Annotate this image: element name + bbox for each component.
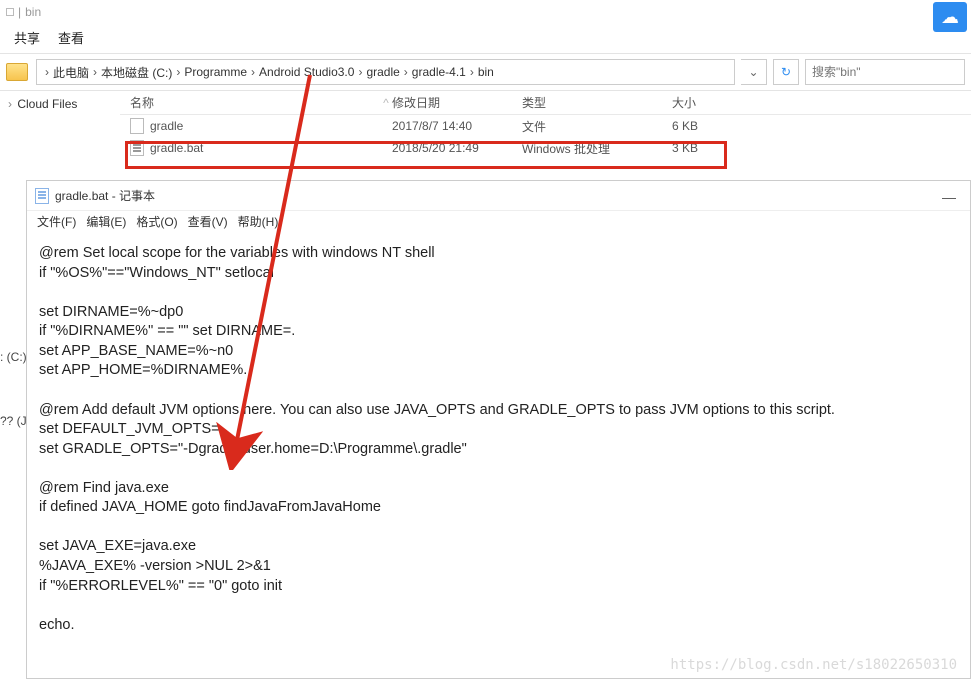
notepad-menu-bar: 文件(F) 编辑(E) 格式(O) 查看(V) 帮助(H) — [27, 211, 970, 234]
file-size: 6 KB — [672, 119, 752, 133]
breadcrumb-item[interactable]: Android Studio3.0 — [259, 65, 354, 79]
ribbon-menu: 共享 查看 — [0, 24, 971, 53]
breadcrumb-item[interactable]: Programme — [184, 65, 247, 79]
explorer-window-title: bin — [25, 5, 41, 19]
breadcrumb-item[interactable]: gradle — [366, 65, 399, 79]
table-row[interactable]: gradle 2017/8/7 14:40 文件 6 KB — [120, 115, 971, 137]
breadcrumb-sep: › — [45, 65, 49, 79]
breadcrumb-item[interactable]: gradle-4.1 — [412, 65, 466, 79]
col-header-date[interactable]: 修改日期 — [392, 94, 522, 111]
sidebar-label: Cloud Files — [17, 97, 77, 111]
menu-edit[interactable]: 编辑(E) — [86, 213, 126, 230]
file-type: 文件 — [522, 118, 672, 135]
nav-row: › 此电脑 › 本地磁盘 (C:) › Programme › Android … — [0, 54, 971, 90]
notepad-text-area[interactable]: @rem Set local scope for the variables w… — [27, 234, 970, 645]
explorer-title-bar: | bin ☁ — [0, 0, 971, 24]
notepad-title-text: gradle.bat - 记事本 — [55, 187, 155, 204]
file-name: gradle — [150, 119, 183, 133]
menu-file[interactable]: 文件(F) — [37, 213, 76, 230]
col-header-size[interactable]: 大小 — [672, 94, 752, 111]
file-date: 2018/5/20 21:49 — [392, 141, 522, 155]
sidebar-item-cloudfiles[interactable]: › Cloud Files — [8, 97, 112, 111]
batch-file-icon — [130, 140, 144, 156]
ribbon-view[interactable]: 查看 — [58, 28, 84, 47]
table-row[interactable]: gradle.bat 2018/5/20 21:49 Windows 批处理 3… — [120, 137, 971, 159]
notepad-icon — [35, 188, 49, 204]
column-headers[interactable]: 名称 ^ 修改日期 类型 大小 — [120, 91, 971, 115]
chevron-right-icon: › — [8, 97, 12, 111]
file-icon — [130, 118, 144, 134]
file-type: Windows 批处理 — [522, 140, 672, 157]
file-date: 2017/8/7 14:40 — [392, 119, 522, 133]
menu-help[interactable]: 帮助(H) — [238, 213, 279, 230]
breadcrumb[interactable]: › 此电脑 › 本地磁盘 (C:) › Programme › Android … — [36, 59, 735, 85]
cloud-overlay-icon[interactable]: ☁ — [933, 2, 967, 32]
menu-view[interactable]: 查看(V) — [188, 213, 228, 230]
col-header-type[interactable]: 类型 — [522, 94, 672, 111]
notepad-title-bar[interactable]: gradle.bat - 记事本 — — [27, 181, 970, 211]
notepad-window: gradle.bat - 记事本 — 文件(F) 编辑(E) 格式(O) 查看(… — [26, 180, 971, 679]
menu-format[interactable]: 格式(O) — [136, 213, 177, 230]
ribbon-share[interactable]: 共享 — [14, 28, 40, 47]
file-size: 3 KB — [672, 141, 752, 155]
context-icon — [6, 8, 14, 16]
refresh-button[interactable]: ↻ — [773, 59, 799, 85]
breadcrumb-item[interactable]: bin — [478, 65, 494, 79]
folder-icon[interactable] — [6, 63, 28, 81]
col-sort-icon[interactable]: ^ — [380, 96, 392, 110]
breadcrumb-item[interactable]: 此电脑 — [53, 64, 89, 81]
file-name: gradle.bat — [150, 141, 203, 155]
breadcrumb-dropdown[interactable]: ⌄ — [741, 59, 767, 85]
col-header-name[interactable]: 名称 — [120, 94, 380, 111]
minimize-icon[interactable]: — — [942, 189, 956, 205]
breadcrumb-item[interactable]: 本地磁盘 (C:) — [101, 64, 172, 81]
search-input[interactable] — [805, 59, 965, 85]
